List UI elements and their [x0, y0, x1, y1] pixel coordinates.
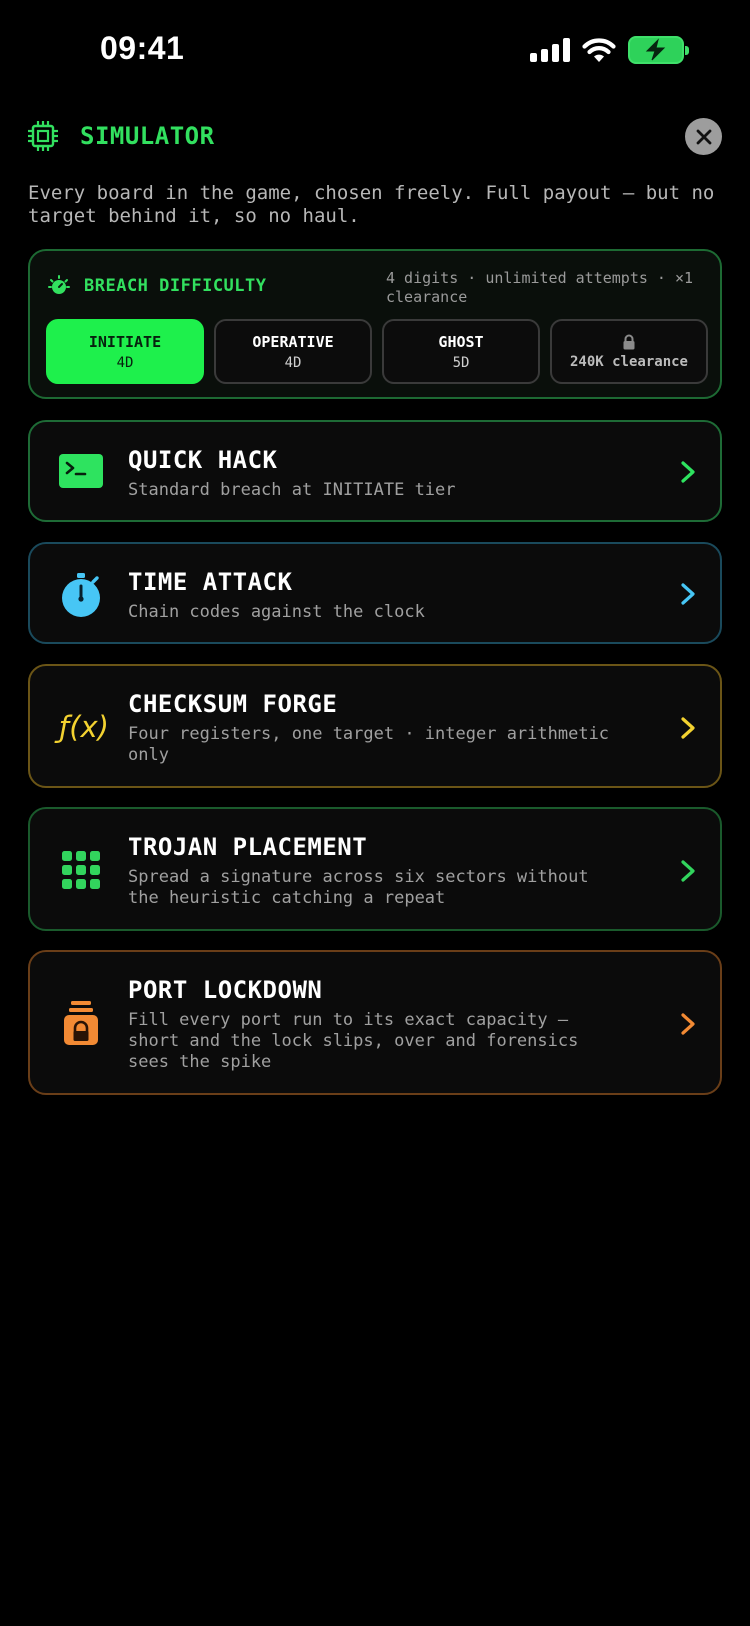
- cellular-signal-icon: [530, 38, 570, 62]
- mode-description: Fill every port run to its exact capacit…: [128, 1010, 579, 1072]
- chevron-right-icon: [681, 860, 695, 882]
- function-icon-glyph: ƒ(x): [59, 710, 109, 744]
- chevron-right-icon: [681, 583, 695, 605]
- wifi-icon: [582, 38, 616, 62]
- terminal-icon: [56, 446, 106, 496]
- tier-ghost[interactable]: GHOST 5D: [382, 319, 540, 384]
- panel-heading: BREACH DIFFICULTY: [48, 275, 267, 297]
- difficulty-summary: 4 digits · unlimited attempts · ×1 clear…: [386, 269, 694, 306]
- chevron-right-icon: [681, 717, 695, 739]
- mode-description: Standard breach at INITIATE tier: [128, 480, 456, 500]
- mode-title: QUICK HACK: [128, 446, 278, 474]
- mode-description: Spread a signature across six sectors wi…: [128, 867, 589, 908]
- tier-initiate[interactable]: INITIATE 4D: [46, 319, 204, 384]
- padlock-icon: [56, 998, 106, 1048]
- tier-digits: 5D: [452, 354, 470, 371]
- mode-card-quick-hack[interactable]: QUICK HACK Standard breach at INITIATE t…: [28, 420, 722, 522]
- mode-card-port-lockdown[interactable]: PORT LOCKDOWN Fill every port run to its…: [28, 950, 722, 1095]
- mode-description: Four registers, one target · integer ari…: [128, 724, 610, 765]
- mode-title: PORT LOCKDOWN: [128, 976, 323, 1004]
- status-time: 09:41: [100, 30, 185, 66]
- status-icons: [530, 36, 689, 64]
- tier-requirement: 240K clearance: [569, 353, 688, 370]
- difficulty-tiers: INITIATE 4D OPERATIVE 4D GHOST 5D 240K c…: [46, 319, 708, 384]
- mode-title: CHECKSUM FORGE: [128, 690, 338, 718]
- page-title: SIMULATOR: [80, 122, 215, 150]
- close-icon: [696, 129, 711, 144]
- lock-icon: [623, 334, 635, 349]
- mode-description: Chain codes against the clock: [128, 602, 425, 622]
- mode-card-trojan-placement[interactable]: TROJAN PLACEMENT Spread a signature acro…: [28, 807, 722, 931]
- mode-title: TROJAN PLACEMENT: [128, 833, 368, 861]
- mode-card-checksum-forge[interactable]: ƒ(x) CHECKSUM FORGE Four registers, one …: [28, 664, 722, 788]
- battery-charging-icon: [628, 36, 689, 64]
- close-button[interactable]: [685, 118, 722, 155]
- grid-icon: [56, 845, 106, 895]
- tier-name: GHOST: [438, 332, 484, 351]
- stopwatch-icon: [56, 570, 106, 620]
- tier-name: INITIATE: [88, 332, 162, 351]
- tier-digits: 4D: [284, 354, 302, 371]
- tier-name: OPERATIVE: [252, 332, 334, 351]
- chevron-right-icon: [681, 1013, 695, 1035]
- mode-title: TIME ATTACK: [128, 568, 293, 596]
- panel-title: BREACH DIFFICULTY: [84, 276, 267, 296]
- tier-locked[interactable]: 240K clearance: [550, 319, 708, 384]
- chip-icon: [28, 121, 58, 151]
- header: SIMULATOR: [28, 118, 722, 174]
- breach-difficulty-panel: BREACH DIFFICULTY 4 digits · unlimited a…: [28, 249, 722, 399]
- status-bar: 09:41: [0, 0, 750, 100]
- chevron-right-icon: [681, 461, 695, 483]
- tier-operative[interactable]: OPERATIVE 4D: [214, 319, 372, 384]
- function-icon: ƒ(x): [56, 702, 112, 752]
- tier-digits: 4D: [116, 354, 134, 371]
- mode-card-time-attack[interactable]: TIME ATTACK Chain codes against the cloc…: [28, 542, 722, 644]
- gauge-icon: [48, 275, 70, 294]
- intro-text: Every board in the game, chosen freely. …: [28, 182, 715, 227]
